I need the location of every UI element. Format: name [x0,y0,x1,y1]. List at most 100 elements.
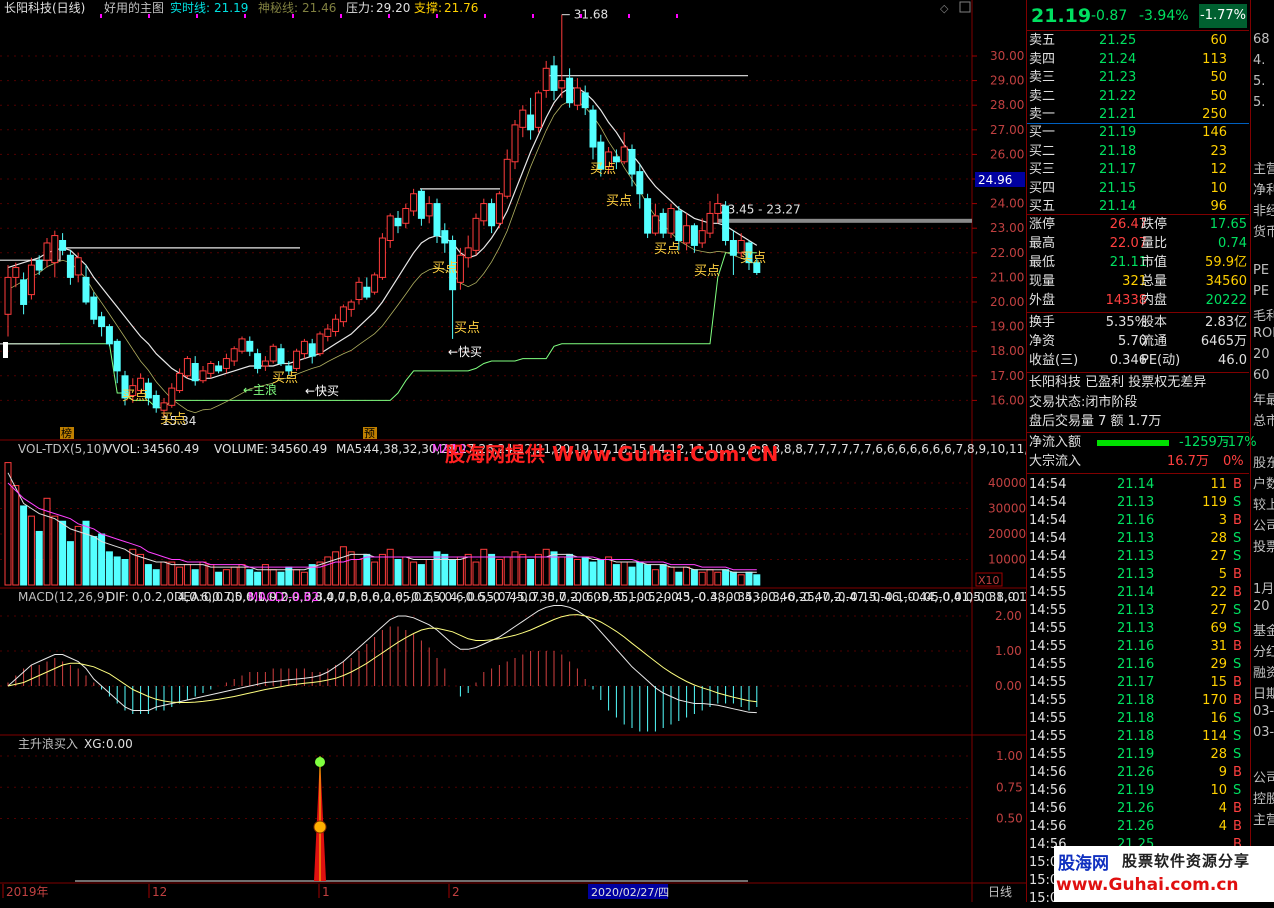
candle-body [269,345,277,362]
f10-item[interactable]: 净利 [1253,179,1274,198]
f10-item[interactable]: 公司 [1253,515,1274,534]
candle-body [667,208,675,234]
stat-row: 最高 22.07 量比 0.74 [1027,235,1249,253]
candle-body [698,230,706,244]
f10-item[interactable]: 5. [1253,74,1265,89]
candle-body [66,254,74,278]
f10-item[interactable]: 控股 [1253,788,1274,807]
macd-header-field: -0.62 [288,590,319,604]
f10-item[interactable]: 总市 [1253,410,1274,429]
volume-bar [269,569,277,586]
volume-bar [90,536,98,586]
f10-item[interactable]: 基金 [1253,620,1274,639]
bid-price: 21.18 [1099,143,1137,159]
volume-bar [449,559,457,586]
tick-volume: 170 [1202,693,1227,708]
f10-item[interactable]: 03- [1253,704,1274,719]
f10-item[interactable]: 68 [1253,32,1270,47]
f10-item[interactable]: 主营 [1253,158,1274,177]
apple-icon [315,757,325,767]
tick-time: 14:55 [1029,567,1067,582]
tick-time: 14:55 [1029,675,1067,690]
candle-body [59,240,67,251]
f10-item[interactable]: 日期 [1253,683,1274,702]
candle-body [456,254,464,283]
f10-item[interactable]: 4. [1253,53,1265,68]
tick-volume: 114 [1202,729,1227,744]
tick-price: 21.13 [1117,531,1155,546]
volume-bar [628,566,636,586]
f10-item[interactable]: 投票 [1253,536,1274,555]
tick-side: S [1233,495,1242,510]
f10-item[interactable]: 货币 [1253,221,1274,240]
f10-item[interactable]: 60 [1253,368,1270,383]
ask-row: 卖四 21.24 113 [1027,51,1249,69]
f10-item[interactable]: 20 [1253,347,1270,362]
candle-body [581,92,589,109]
candle-body [410,193,418,212]
f10-item[interactable]: 非经 [1253,200,1274,219]
f10-item[interactable]: ROE [1253,326,1274,341]
f10-item[interactable]: PE [1253,284,1269,299]
candle-body [152,394,160,409]
tick-volume: 22 [1210,585,1227,600]
f10-item[interactable]: 户数 [1253,473,1274,492]
tick-volume: 4 [1218,819,1227,834]
candle-body [386,215,394,241]
time-label: 2019年 [6,885,49,899]
tick-row: 14:54 21.13 119 S [1027,494,1249,512]
top-mark [100,14,102,18]
tick-time: 14:54 [1029,549,1067,564]
volume-header-field: 34560.49 [142,442,199,456]
candle-body [277,348,285,364]
f10-item[interactable]: 公司 [1253,767,1274,786]
tag-label: 榜 [61,426,72,440]
volume-bar [698,571,706,586]
candle-body [464,247,472,259]
tick-row: 14:54 21.13 28 S [1027,530,1249,548]
f10-item[interactable]: 5. [1253,95,1265,110]
f10-item[interactable]: 年最 [1253,389,1274,408]
tick-time: 14:54 [1029,477,1067,492]
ask-row: 卖一 21.21 250 [1027,106,1249,124]
top-mark [676,14,678,18]
f10-item[interactable]: 分红 [1253,641,1274,660]
f10-item[interactable]: 20 [1253,599,1270,614]
price-tick-label: 19.00 [990,320,1024,334]
volume-bar [620,561,628,586]
volume-bar [183,564,191,586]
xg-header-field: 0.00 [106,737,133,751]
tick-row: 14:55 21.13 5 B [1027,566,1249,584]
f10-item[interactable]: PE [1253,263,1269,278]
volume-bar [729,571,737,586]
tick-row: 14:55 21.16 31 B [1027,638,1249,656]
stat-value: 5.70 [1118,334,1147,349]
f10-item[interactable]: 较上 [1253,494,1274,513]
tick-volume: 16 [1210,711,1227,726]
ask-price: 21.21 [1099,107,1137,122]
logo-name: 股海网 [1058,854,1109,874]
tick-side: B [1233,477,1242,492]
volume-bar [542,548,550,586]
f10-item[interactable]: 股东 [1253,452,1274,471]
f10-item[interactable]: 03- [1253,725,1274,740]
stat-value: 22.07 [1109,236,1147,251]
candle-body [316,333,324,355]
tick-volume: 10 [1210,783,1227,798]
volume-header-field: VOLUME: [214,442,268,456]
price-tick-label: 18.00 [990,344,1024,358]
volume-bar [191,569,199,586]
candle-body [183,358,191,377]
volume-bar [300,571,308,586]
candle-body [558,80,566,89]
candle-body [261,360,269,367]
f10-item[interactable]: 毛利 [1253,305,1274,324]
tick-volume: 31 [1210,639,1227,654]
volume-bar [230,566,238,586]
f10-item[interactable]: 1月 [1253,578,1274,597]
tick-side: B [1233,567,1242,582]
f10-item[interactable]: 主营 [1253,809,1274,828]
f10-item[interactable]: 融资 [1253,662,1274,681]
range-bar [718,218,972,223]
candle-body [472,217,480,251]
